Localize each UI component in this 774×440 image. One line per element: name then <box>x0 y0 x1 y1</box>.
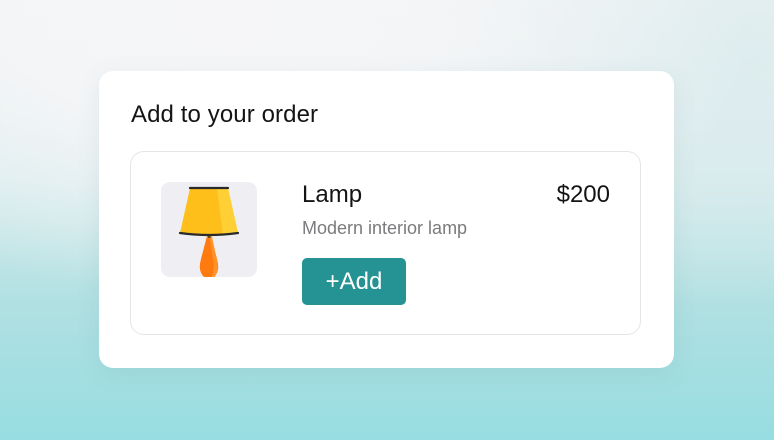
product-price: $200 <box>556 181 610 208</box>
product-description: Modern interior lamp <box>302 218 468 238</box>
product-image <box>161 182 257 277</box>
add-button[interactable]: +Add <box>302 258 406 305</box>
add-to-order-card: Add to your order Lamp $200 Modern inter… <box>99 71 674 368</box>
card-title: Add to your order <box>131 101 319 128</box>
product-name: Lamp <box>302 181 363 208</box>
table-lamp-icon <box>178 186 240 277</box>
product-item: Lamp $200 Modern interior lamp +Add <box>130 151 641 335</box>
